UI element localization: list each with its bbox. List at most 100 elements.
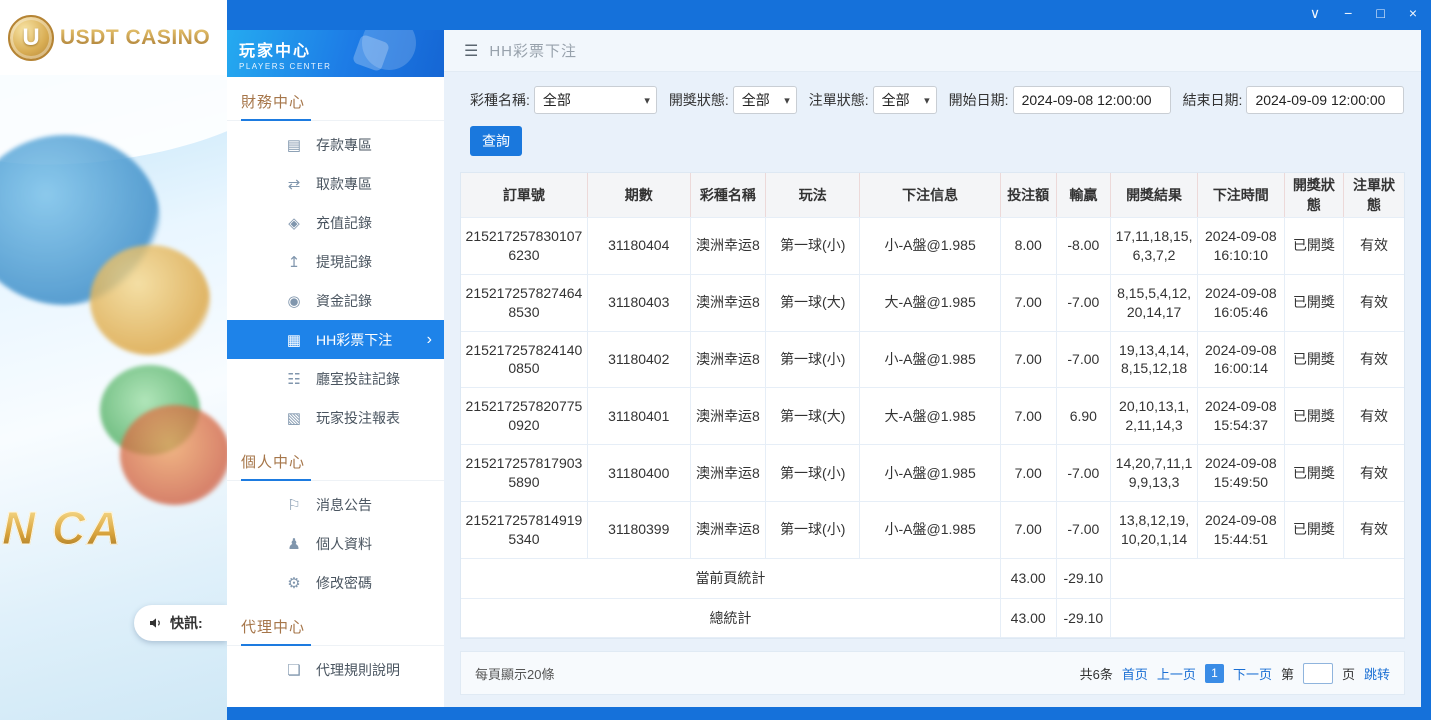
news-flash-label: 快訊: (170, 613, 203, 633)
sidebar-item-label: 消息公告 (316, 495, 372, 515)
current-page-indicator[interactable]: 1 (1205, 664, 1224, 683)
speaker-icon (148, 615, 164, 631)
sidebar-item-withdraw-zone[interactable]: ⇄ 取款專區 (227, 164, 444, 203)
sidebar-item-label: 個人資料 (316, 534, 372, 554)
page-title: HH彩票下注 (489, 40, 577, 61)
sidebar-item-funds-records[interactable]: ◉ 資金記錄 (227, 281, 444, 320)
prev-page-link[interactable]: 上一页 (1157, 664, 1196, 683)
sidebar-item-agent-rules[interactable]: ❏ 代理規則說明 (227, 650, 444, 689)
table-header-row: 訂單號期數彩種名稱玩法下注信息投注額輸贏開獎結果下注時間開獎狀態注單狀態 (461, 173, 1404, 218)
close-icon[interactable]: × (1409, 6, 1417, 20)
section-title-finance: 財務中心 (227, 81, 444, 121)
usdt-casino-logo-icon: U (8, 15, 54, 61)
order-status-select[interactable]: 全部 ▾ (873, 86, 937, 114)
table-cell: 有效 (1344, 218, 1404, 275)
end-date-label: 結束日期: (1183, 90, 1243, 110)
table-cell: 小-A盤@1.985 (860, 218, 1001, 275)
sidebar-item-label: HH彩票下注 (316, 330, 392, 350)
main-area: ☰ HH彩票下注 彩種名稱: 全部 ▾ 開獎狀態: 全部 ▾ 注單狀態: (444, 30, 1421, 707)
summary-row-grand-total: 總統計 43.00 -29.10 (461, 598, 1404, 638)
sidebar-item-change-password[interactable]: ⚙ 修改密碼 (227, 563, 444, 602)
sidebar-item-withdrawal-records[interactable]: ↥ 提現記錄 (227, 242, 444, 281)
table-cell: 有效 (1344, 388, 1404, 445)
art-decoration (120, 405, 227, 505)
column-header: 下注時間 (1197, 173, 1284, 218)
summary-label: 總統計 (461, 598, 1000, 638)
table-cell: 小-A盤@1.985 (860, 331, 1001, 388)
table-cell: 2152172578149195340 (461, 501, 587, 558)
table-cell: -8.00 (1056, 218, 1111, 275)
summary-winloss-total: -29.10 (1056, 558, 1111, 598)
table-cell: 小-A盤@1.985 (860, 445, 1001, 502)
table-cell: 7.00 (1000, 388, 1056, 445)
hamburger-icon[interactable]: ☰ (464, 41, 478, 61)
start-date-label: 開始日期: (949, 90, 1009, 110)
sidebar-item-label: 玩家投注報表 (316, 408, 400, 428)
query-row: 查詢 (460, 126, 1405, 156)
sidebar-section-agent: 代理中心 ❏ 代理規則說明 (227, 602, 444, 689)
order-status-label: 注單狀態: (809, 90, 869, 110)
sidebar-item-hh-lottery-bets[interactable]: ▦ HH彩票下注 › (227, 320, 444, 359)
sidebar-item-label: 修改密碼 (316, 573, 372, 593)
left-panel: U USDT CASINO N CA 快訊: (0, 0, 227, 720)
lottery-name-select[interactable]: 全部 ▾ (534, 86, 657, 114)
room-records-icon: ☷ (285, 370, 303, 388)
sidebar-item-deposit-zone[interactable]: ▤ 存款專區 (227, 125, 444, 164)
chevron-down-icon[interactable]: ∨ (1310, 6, 1320, 20)
table-cell: 有效 (1344, 501, 1404, 558)
table-cell: 14,20,7,11,19,9,13,3 (1111, 445, 1198, 502)
table-cell: 7.00 (1000, 501, 1056, 558)
sidebar-item-room-bet-records[interactable]: ☷ 廳室投註記錄 (227, 359, 444, 398)
content: 彩種名稱: 全部 ▾ 開獎狀態: 全部 ▾ 注單狀態: 全部 ▾ (444, 72, 1421, 695)
table-cell: 澳洲幸运8 (690, 218, 765, 275)
table-cell: 第一球(小) (766, 501, 860, 558)
table-cell: 第一球(小) (766, 218, 860, 275)
table-cell: 2152172578301076230 (461, 218, 587, 275)
jump-button[interactable]: 跳转 (1364, 664, 1390, 683)
summary-empty (1111, 598, 1404, 638)
promo-art: N CA 快訊: (0, 75, 227, 720)
table-cell: 已開獎 (1284, 331, 1343, 388)
table-cell: 31180400 (587, 445, 690, 502)
jump-page-input[interactable] (1303, 663, 1333, 684)
maximize-icon[interactable]: □ (1376, 6, 1384, 20)
sidebar-item-recharge-records[interactable]: ◈ 充值記錄 (227, 203, 444, 242)
news-flash-button[interactable]: 快訊: (134, 605, 227, 641)
summary-label: 當前頁統計 (461, 558, 1000, 598)
table-row: 215217257814919534031180399澳洲幸运8第一球(小)小-… (461, 501, 1404, 558)
sidebar-item-player-bet-report[interactable]: ▧ 玩家投注報表 (227, 398, 444, 437)
select-value: 全部 (543, 90, 571, 110)
table-cell: 2152172578207750920 (461, 388, 587, 445)
sidebar-item-profile[interactable]: ♟ 個人資料 (227, 524, 444, 563)
table-cell: 大-A盤@1.985 (860, 274, 1001, 331)
window-titlebar: ∨ − □ × (227, 0, 1431, 30)
end-date-input[interactable] (1246, 86, 1404, 114)
table-cell: 31180403 (587, 274, 690, 331)
query-button[interactable]: 查詢 (470, 126, 522, 156)
first-page-link[interactable]: 首页 (1122, 664, 1148, 683)
table-cell: -7.00 (1056, 445, 1111, 502)
next-page-link[interactable]: 下一页 (1233, 664, 1272, 683)
chevron-right-icon: › (427, 331, 432, 349)
table-cell: 31180404 (587, 218, 690, 275)
table-cell: 2024-09-08 15:49:50 (1197, 445, 1284, 502)
start-date-input[interactable] (1013, 86, 1171, 114)
table-body: 215217257830107623031180404澳洲幸运8第一球(小)小-… (461, 218, 1404, 559)
sidebar-item-announcements[interactable]: ⚐ 消息公告 (227, 485, 444, 524)
table-cell: 7.00 (1000, 331, 1056, 388)
table-cell: 2152172578179035890 (461, 445, 587, 502)
table-row: 215217257827464853031180403澳洲幸运8第一球(大)大-… (461, 274, 1404, 331)
sidebar-item-label: 存款專區 (316, 135, 372, 155)
table-cell: -7.00 (1056, 331, 1111, 388)
workspace: 玩家中心 PLAYERS CENTER 財務中心 ▤ 存款專區 ⇄ 取款專區 ◈… (227, 30, 1421, 707)
draw-status-select[interactable]: 全部 ▾ (733, 86, 797, 114)
sidebar-item-label: 充值記錄 (316, 213, 372, 233)
bets-table: 訂單號期數彩種名稱玩法下注信息投注額輸贏開獎結果下注時間開獎狀態注單狀態 215… (461, 173, 1404, 638)
column-header: 注單狀態 (1344, 173, 1404, 218)
table-cell: 7.00 (1000, 445, 1056, 502)
table-cell: 2152172578274648530 (461, 274, 587, 331)
minimize-icon[interactable]: − (1344, 6, 1352, 20)
players-center-header: 玩家中心 PLAYERS CENTER (227, 30, 444, 77)
withdraw-icon: ⇄ (285, 175, 303, 193)
chevron-down-icon: ▾ (924, 94, 930, 107)
